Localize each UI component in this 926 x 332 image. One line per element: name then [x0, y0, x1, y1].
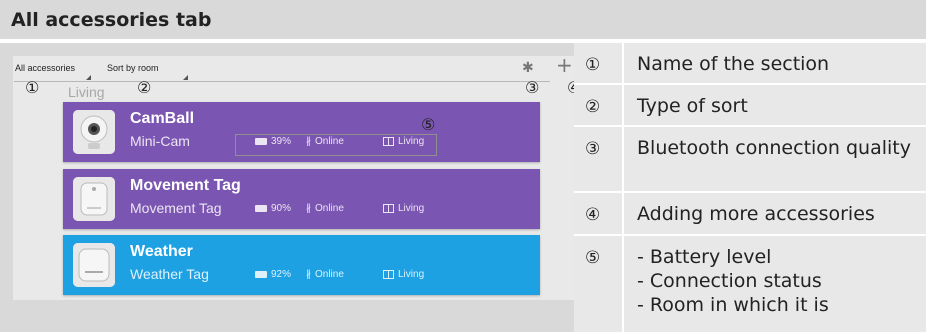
battery-icon: [255, 270, 267, 278]
card-type: Movement Tag: [130, 200, 222, 216]
room-label: Living: [383, 269, 424, 280]
bluetooth-icon: ∦: [306, 203, 311, 214]
card-name: CamBall: [130, 110, 195, 127]
battery-icon: [255, 204, 267, 212]
all-accessories-tab[interactable]: All accessories: [15, 63, 75, 73]
accessory-card-movement-tag[interactable]: Movement Tag Movement Tag 90% ∦ Online Li…: [63, 169, 540, 229]
connection-status: ∦ Online: [306, 269, 344, 280]
legend-list-item: - Battery level: [637, 246, 772, 268]
status-highlight-box: [235, 134, 437, 156]
card-name: Movement Tag: [130, 177, 241, 194]
section-name-label: Living: [68, 84, 105, 100]
title-bar: All accessories tab: [0, 0, 926, 41]
legend-description: Bluetooth connection quality: [637, 137, 911, 159]
weather-tag-image: [73, 243, 115, 287]
toolbar-divider: [14, 81, 550, 82]
legend-num-cell: ①: [574, 43, 624, 83]
legend-num-cell: ③: [574, 127, 624, 191]
movement-tag-image: [73, 177, 115, 221]
legend-row-3: ③ Bluetooth connection quality: [574, 127, 926, 193]
callout-5: ⑤: [421, 115, 436, 134]
card-type: Mini-Cam: [130, 133, 190, 149]
accessory-card-weather[interactable]: Weather Weather Tag 92% ∦ Online Living: [63, 235, 540, 295]
card-type: Weather Tag: [130, 266, 209, 282]
bluetooth-icon: ∦: [306, 269, 311, 280]
connection-status: ∦ Online: [306, 203, 344, 214]
legend-number: ②: [585, 97, 601, 117]
room-icon: [383, 203, 394, 213]
legend-row-2: ② Type of sort: [574, 85, 926, 127]
plus-icon[interactable]: +: [556, 55, 573, 75]
sort-dropdown-icon[interactable]: [183, 75, 188, 80]
room-label: Living: [383, 203, 424, 214]
battery-level: 90%: [255, 203, 291, 214]
legend-num-cell: ⑤: [574, 236, 624, 332]
callout-1: ①: [25, 78, 40, 97]
legend-description: Adding more accessories: [637, 203, 875, 225]
camball-image: [73, 110, 115, 154]
legend-num-cell: ④: [574, 193, 624, 234]
legend-number: ⑤: [585, 248, 601, 268]
legend-row-5: ⑤ - Battery level - Connection status - …: [574, 236, 926, 332]
room-icon: [383, 269, 394, 279]
bluetooth-icon[interactable]: ✱: [522, 60, 534, 76]
legend-description-list: - Battery level - Connection status - Ro…: [637, 245, 922, 317]
page-title: All accessories tab: [11, 9, 212, 31]
battery-level: 92%: [255, 269, 291, 280]
legend-number: ①: [585, 55, 601, 75]
legend-list-item: - Connection status: [637, 270, 822, 292]
legend-row-4: ④ Adding more accessories: [574, 193, 926, 236]
legend-list-item: - Room in which it is: [637, 294, 829, 316]
legend-description: Type of sort: [637, 95, 748, 117]
sort-by-room-dropdown[interactable]: Sort by room: [107, 63, 159, 73]
legend-number: ③: [585, 139, 601, 159]
callout-2: ②: [137, 78, 152, 97]
tab-indicator-icon: [86, 75, 91, 80]
card-name: Weather: [130, 243, 193, 260]
legend-description: Name of the section: [637, 53, 830, 75]
legend-num-cell: ②: [574, 85, 624, 125]
legend-table: ① Name of the section ② Type of sort ③ B…: [574, 43, 926, 332]
legend-number: ④: [585, 205, 601, 225]
callout-3: ③: [525, 78, 540, 97]
legend-row-1: ① Name of the section: [574, 43, 926, 85]
